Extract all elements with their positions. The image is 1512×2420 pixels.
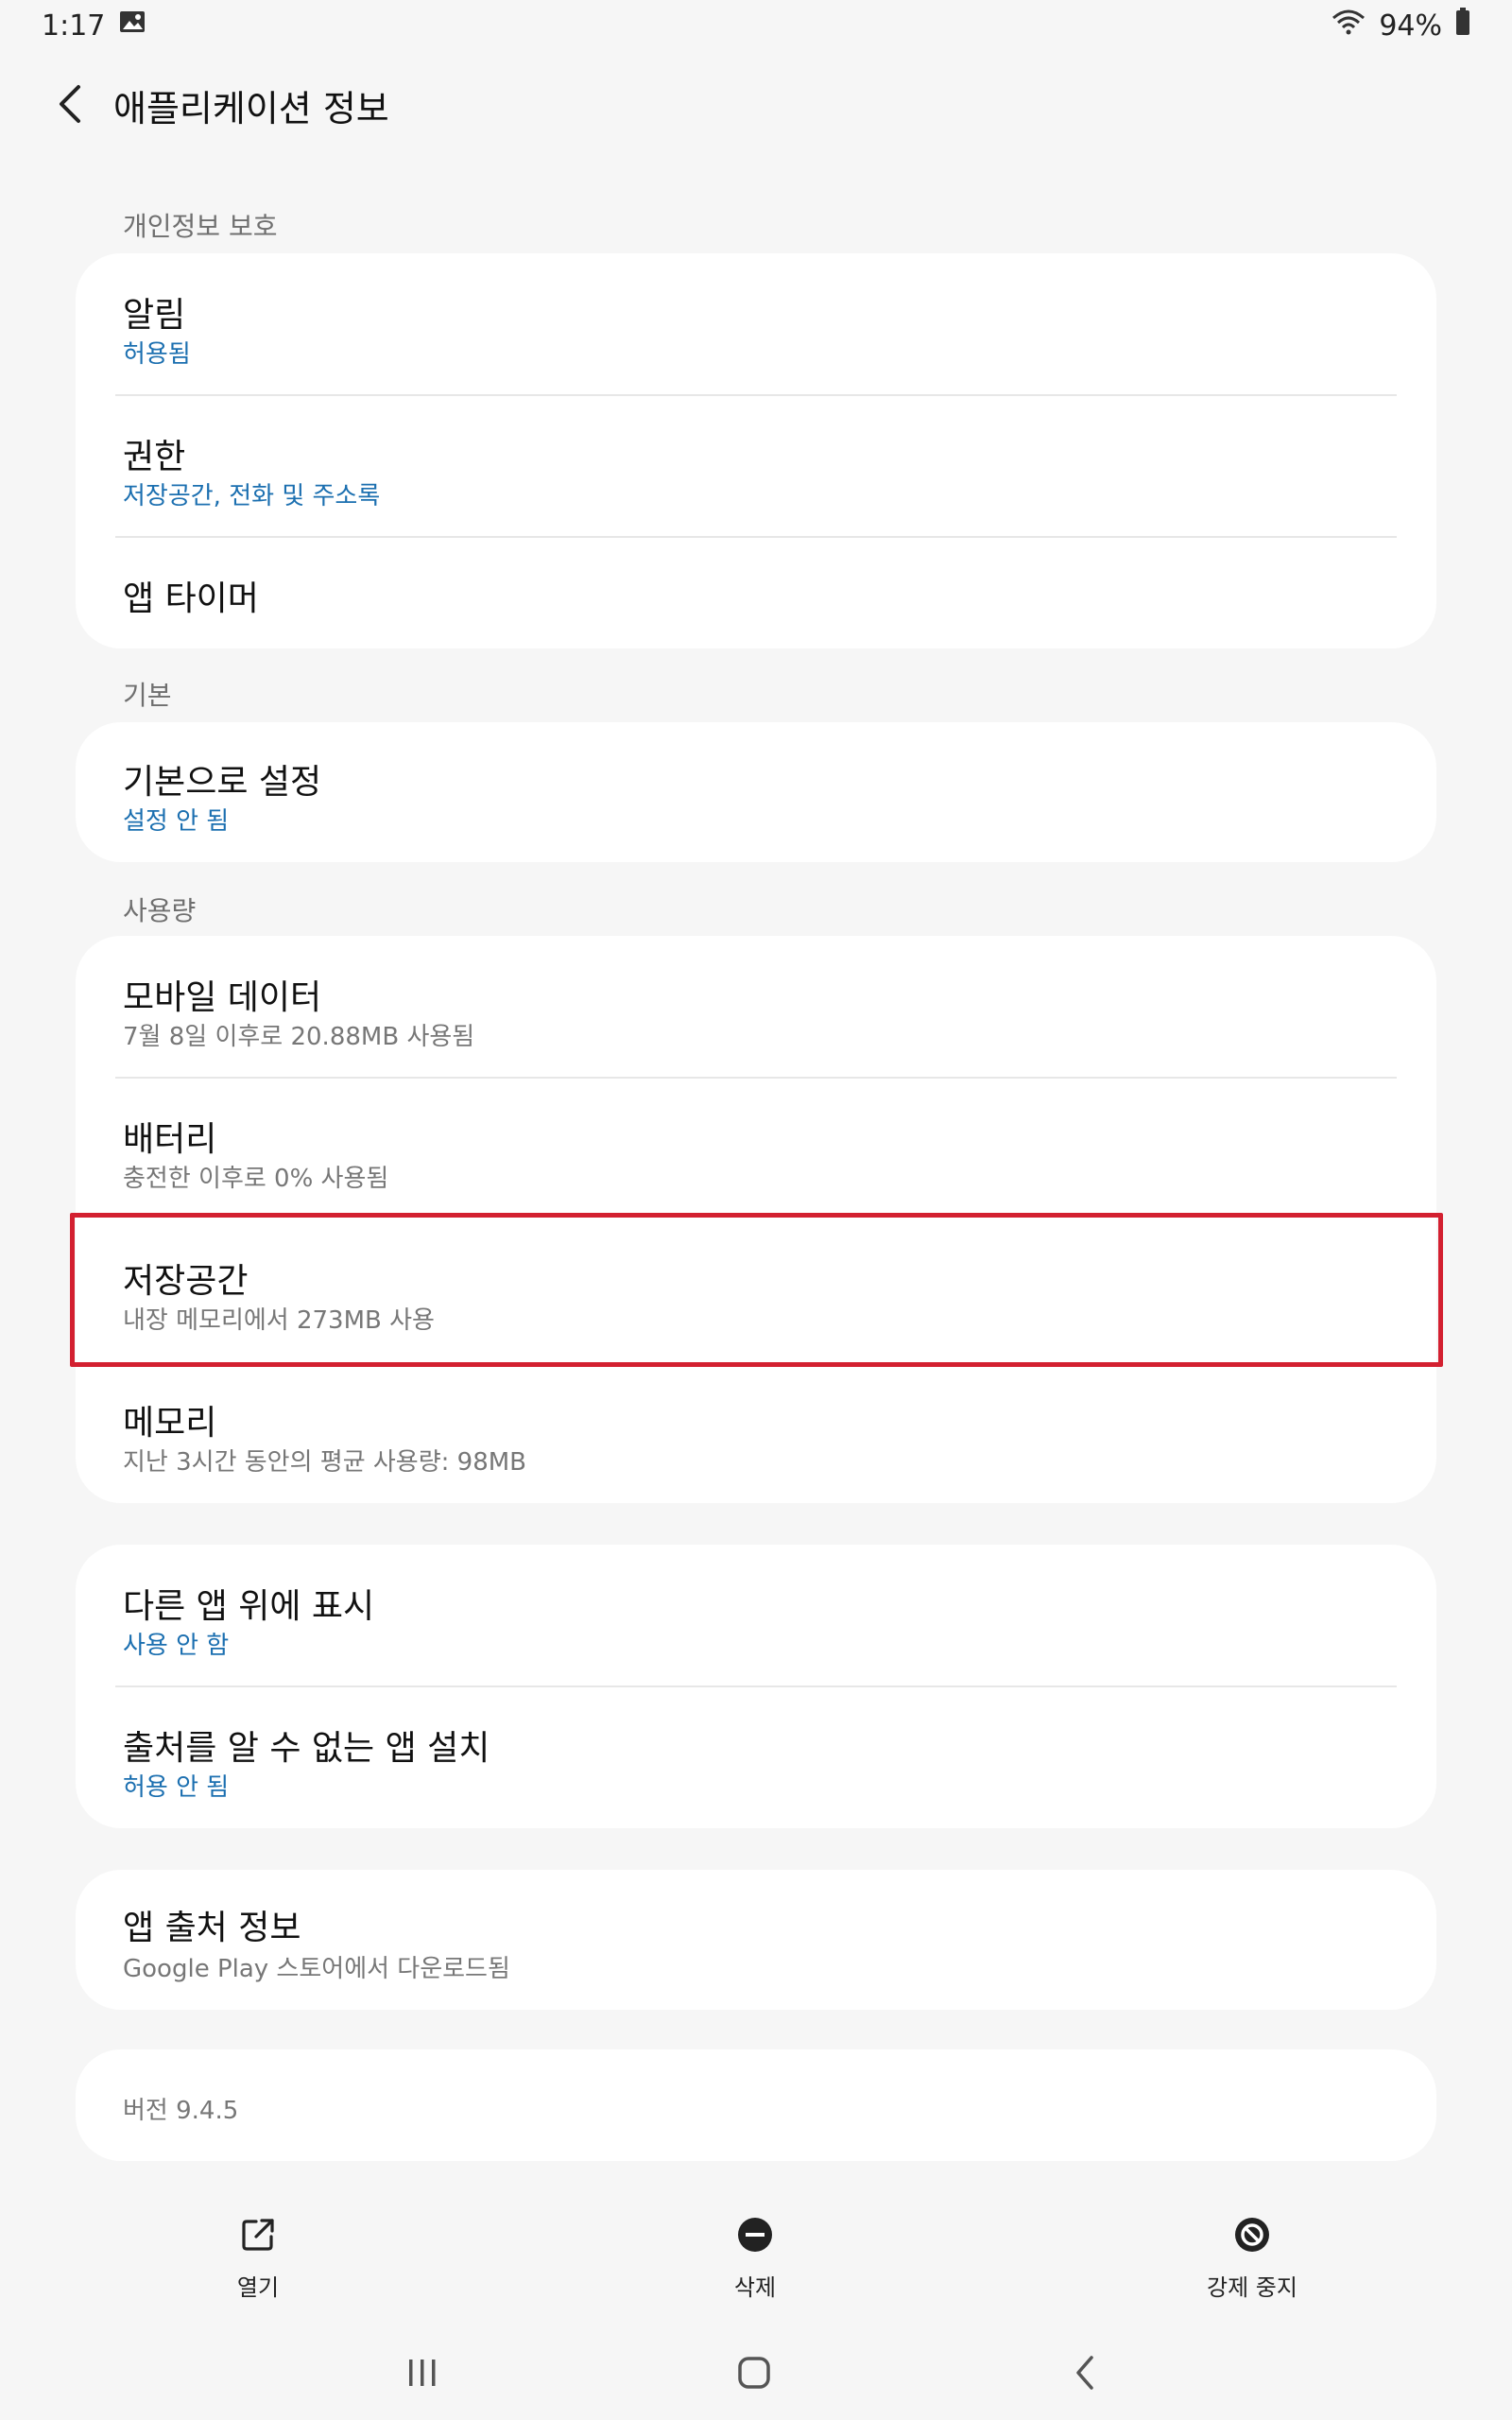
permissions-item[interactable]: 권한 저장공간, 전화 및 주소록 xyxy=(76,395,1436,537)
battery-percent: 94% xyxy=(1379,9,1442,43)
app-source-item[interactable]: 앱 출처 정보 Google Play 스토어에서 다운로드됨 xyxy=(76,1870,1436,2010)
open-button[interactable]: 열기 xyxy=(163,2216,352,2329)
display-over-apps-item[interactable]: 다른 앱 위에 표시 사용 안 함 xyxy=(76,1545,1436,1686)
basic-card: 기본으로 설정 설정 안 됨 xyxy=(76,722,1436,862)
battery-icon xyxy=(1455,8,1470,43)
section-label-privacy: 개인정보 보호 xyxy=(123,211,278,242)
version-text: 버전 9.4.5 xyxy=(123,2097,239,2125)
item-title: 앱 타이머 xyxy=(123,579,259,618)
mobile-data-item[interactable]: 모바일 데이터 7월 8일 이후로 20.88MB 사용됨 xyxy=(76,936,1436,1078)
item-title: 알림 xyxy=(123,296,186,335)
home-icon xyxy=(738,2357,770,2389)
item-subtitle: 7월 8일 이후로 20.88MB 사용됨 xyxy=(123,1023,475,1051)
notifications-item[interactable]: 알림 허용됨 xyxy=(76,253,1436,395)
force-stop-button[interactable]: 강제 중지 xyxy=(1158,2216,1347,2329)
item-title: 다른 앱 위에 표시 xyxy=(123,1587,375,1626)
section-label-usage: 사용량 xyxy=(123,895,197,926)
item-title: 기본으로 설정 xyxy=(123,763,322,802)
back-button[interactable] xyxy=(42,76,98,132)
app-timer-item[interactable]: 앱 타이머 xyxy=(76,537,1436,648)
navigation-bar xyxy=(0,2325,1512,2420)
action-label: 강제 중지 xyxy=(1207,2274,1297,2301)
version-card: 버전 9.4.5 xyxy=(76,2049,1436,2161)
storage-highlight-box xyxy=(70,1213,1443,1367)
page-title: 애플리케이션 정보 xyxy=(113,88,389,130)
memory-item[interactable]: 메모리 지난 3시간 동안의 평균 사용량: 98MB xyxy=(76,1361,1436,1503)
home-button[interactable] xyxy=(721,2344,787,2401)
item-subtitle: 지난 3시간 동안의 평균 사용량: 98MB xyxy=(123,1448,527,1477)
minus-circle-icon xyxy=(738,2218,772,2252)
battery-item[interactable]: 배터리 충전한 이후로 0% 사용됨 xyxy=(76,1078,1436,1219)
item-title: 앱 출처 정보 xyxy=(123,1909,301,1947)
chevron-left-icon xyxy=(60,85,80,123)
item-subtitle: Google Play 스토어에서 다운로드됨 xyxy=(123,1955,510,1983)
item-title: 메모리 xyxy=(123,1404,217,1443)
item-title: 배터리 xyxy=(123,1120,217,1159)
gallery-icon xyxy=(118,9,146,43)
item-subtitle: 허용됨 xyxy=(123,340,191,369)
item-subtitle: 설정 안 됨 xyxy=(123,807,230,836)
item-subtitle: 충전한 이후로 0% 사용됨 xyxy=(123,1165,389,1193)
privacy-card: 알림 허용됨 권한 저장공간, 전화 및 주소록 앱 타이머 xyxy=(76,253,1436,648)
recent-apps-icon xyxy=(409,2360,436,2386)
section-label-basic: 기본 xyxy=(123,680,172,711)
status-bar: 1:17 94% xyxy=(0,0,1512,51)
item-title: 모바일 데이터 xyxy=(123,978,322,1017)
delete-button[interactable]: 삭제 xyxy=(661,2216,850,2329)
block-icon xyxy=(1235,2218,1269,2252)
item-title: 출처를 알 수 없는 앱 설치 xyxy=(123,1729,490,1768)
open-external-icon xyxy=(242,2219,274,2251)
app-bar: 애플리케이션 정보 xyxy=(0,66,1512,142)
install-unknown-apps-item[interactable]: 출처를 알 수 없는 앱 설치 허용 안 됨 xyxy=(76,1686,1436,1828)
advanced-card: 다른 앱 위에 표시 사용 안 함 출처를 알 수 없는 앱 설치 허용 안 됨 xyxy=(76,1545,1436,1828)
nav-back-button[interactable] xyxy=(1052,2344,1118,2401)
wifi-icon xyxy=(1332,9,1366,43)
status-time: 1:17 xyxy=(42,9,106,43)
recent-apps-button[interactable] xyxy=(389,2344,455,2401)
item-title: 권한 xyxy=(123,438,186,476)
item-subtitle: 저장공간, 전화 및 주소록 xyxy=(123,482,381,510)
nav-back-icon xyxy=(1076,2356,1093,2390)
set-as-default-item[interactable]: 기본으로 설정 설정 안 됨 xyxy=(76,722,1436,862)
action-label: 열기 xyxy=(236,2274,280,2301)
item-subtitle: 사용 안 함 xyxy=(123,1632,230,1660)
item-subtitle: 허용 안 됨 xyxy=(123,1773,230,1802)
app-source-card: 앱 출처 정보 Google Play 스토어에서 다운로드됨 xyxy=(76,1870,1436,2010)
action-label: 삭제 xyxy=(733,2274,777,2301)
